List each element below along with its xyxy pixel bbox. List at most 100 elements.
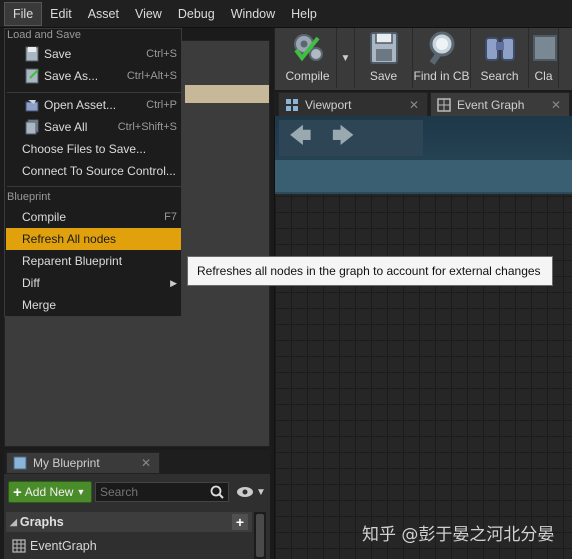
diff-label: Diff <box>22 276 40 290</box>
compile-label: Compile <box>22 210 67 224</box>
find-in-cb-button[interactable]: Find in CB <box>413 28 471 88</box>
menu-item-save-as[interactable]: Save As... Ctrl+Alt+S <box>6 65 181 87</box>
menu-item-diff[interactable]: Diff ▶ <box>6 272 181 294</box>
save-button[interactable]: Save <box>355 28 413 88</box>
graph-navigation: 🡄 🡆 <box>279 120 423 156</box>
blueprint-toolbar: Compile ▼ Save Find in CB Search Cla <box>274 28 572 90</box>
scrollbar-thumb[interactable] <box>256 514 264 557</box>
menu-debug[interactable]: Debug <box>170 3 223 25</box>
collapse-triangle-icon[interactable]: ◢ <box>10 517 17 528</box>
watermark: 知乎 @彭于晏之河北分晏 <box>362 525 555 545</box>
menu-item-reparent-blueprint[interactable]: Reparent Blueprint <box>6 250 181 272</box>
viewport-icon <box>286 98 298 111</box>
my-blueprint-tabbar: My Blueprint ✕ <box>4 450 270 474</box>
view-options-button[interactable]: ▼ <box>232 486 266 498</box>
open-asset-icon <box>25 100 39 112</box>
selected-row <box>185 85 269 103</box>
save-as-label: Save As... <box>44 69 99 83</box>
chevron-down-icon: ▼ <box>256 486 266 498</box>
save-all-icon <box>25 119 39 135</box>
class-settings-button[interactable]: Cla <box>529 28 559 88</box>
search-label: Search <box>480 69 519 83</box>
eye-icon <box>237 487 253 497</box>
choose-files-label: Choose Files to Save... <box>22 142 147 156</box>
save-label: Save <box>44 47 72 61</box>
save-as-icon <box>25 68 39 84</box>
graph-grid-icon <box>12 539 26 553</box>
tab-viewport[interactable]: Viewport ✕ <box>278 92 428 116</box>
tab-my-blueprint-label: My Blueprint <box>33 456 100 470</box>
section-load-and-save: Load and Save <box>7 29 82 41</box>
tab-event-graph[interactable]: Event Graph ✕ <box>430 92 570 116</box>
menu-bar: File Edit Asset View Debug Window Help <box>0 0 572 28</box>
compile-shortcut: F7 <box>164 211 177 223</box>
menu-item-save-all[interactable]: Save All Ctrl+Shift+S <box>6 116 181 138</box>
event-graph-label: EventGraph <box>30 539 97 553</box>
submenu-arrow-icon: ▶ <box>170 277 177 288</box>
search-button[interactable]: Search <box>471 28 529 88</box>
back-arrow-icon[interactable]: 🡄 <box>289 119 312 157</box>
search-input[interactable] <box>100 485 200 499</box>
compile-options-dropdown[interactable]: ▼ <box>337 28 355 88</box>
graph-header: 🡄 🡆 <box>275 116 572 194</box>
save-all-shortcut: Ctrl+Shift+S <box>117 121 177 133</box>
menu-divider <box>7 186 181 187</box>
merge-label: Merge <box>22 298 57 312</box>
scrollbar[interactable] <box>254 512 266 559</box>
file-menu-dropdown: Load and Save Save Ctrl+S Save As... Ctr… <box>4 28 182 317</box>
class-settings-icon <box>532 35 557 61</box>
tooltip: Refreshes all nodes in the graph to acco… <box>187 256 553 286</box>
add-graph-button[interactable]: + <box>232 514 248 530</box>
menu-help[interactable]: Help <box>283 3 325 25</box>
section-blueprint: Blueprint <box>7 191 51 203</box>
menu-window[interactable]: Window <box>223 3 283 25</box>
magnifier-icon <box>429 31 454 65</box>
close-icon[interactable]: ✕ <box>141 456 151 470</box>
search-field[interactable] <box>95 482 229 502</box>
forward-arrow-icon[interactable]: 🡆 <box>332 119 355 157</box>
open-asset-shortcut: Ctrl+P <box>146 99 177 111</box>
event-graph-canvas[interactable]: 🡄 🡆 <box>274 116 572 559</box>
editor-tabs: Viewport ✕ Event Graph ✕ <box>274 92 572 116</box>
add-new-button[interactable]: + Add New ▼ <box>8 481 92 503</box>
menu-item-open-asset[interactable]: Open Asset... Ctrl+P <box>6 94 181 116</box>
save-label: Save <box>369 69 398 83</box>
search-icon <box>210 485 224 499</box>
close-icon[interactable]: ✕ <box>409 98 419 112</box>
menu-asset[interactable]: Asset <box>80 3 127 25</box>
graphs-label: Graphs <box>19 515 64 529</box>
refresh-all-label: Refresh All nodes <box>22 232 117 246</box>
graph-breadcrumb-band <box>275 160 572 192</box>
tab-my-blueprint[interactable]: My Blueprint ✕ <box>6 452 160 474</box>
menu-divider <box>7 92 181 93</box>
menu-item-connect-source-control[interactable]: Connect To Source Control... <box>6 160 181 182</box>
tab-event-graph-label: Event Graph <box>457 97 525 112</box>
compile-label: Compile <box>285 69 330 83</box>
menu-item-merge[interactable]: Merge <box>6 294 181 316</box>
plus-icon: + <box>13 483 22 501</box>
find-in-cb-label: Find in CB <box>413 69 470 83</box>
menu-item-choose-files[interactable]: Choose Files to Save... <box>6 138 181 160</box>
my-blueprint-toolbar: + Add New ▼ ▼ <box>8 480 266 504</box>
menu-item-save[interactable]: Save Ctrl+S <box>6 43 181 65</box>
save-as-shortcut: Ctrl+Alt+S <box>126 70 177 82</box>
compile-button[interactable]: Compile <box>279 28 337 88</box>
menu-file[interactable]: File <box>4 1 43 26</box>
menu-item-compile[interactable]: Compile F7 <box>6 206 181 228</box>
close-icon[interactable]: ✕ <box>551 98 561 112</box>
add-new-label: Add New <box>24 485 74 499</box>
save-disk-icon <box>369 32 398 64</box>
connect-source-label: Connect To Source Control... <box>22 164 176 178</box>
save-all-label: Save All <box>44 120 88 134</box>
menu-view[interactable]: View <box>127 3 170 25</box>
save-disk-icon <box>25 46 39 62</box>
graphs-category[interactable]: ◢ Graphs + <box>6 512 252 532</box>
list-item-event-graph[interactable]: EventGraph <box>6 536 252 556</box>
menu-edit[interactable]: Edit <box>42 3 80 25</box>
menu-item-refresh-all-nodes[interactable]: Refresh All nodes <box>6 228 181 250</box>
class-settings-label: Cla <box>534 69 553 83</box>
compile-icon <box>293 34 323 62</box>
my-blueprint-icon <box>13 456 27 470</box>
chevron-down-icon: ▼ <box>76 487 86 497</box>
event-graph-icon <box>437 97 451 112</box>
